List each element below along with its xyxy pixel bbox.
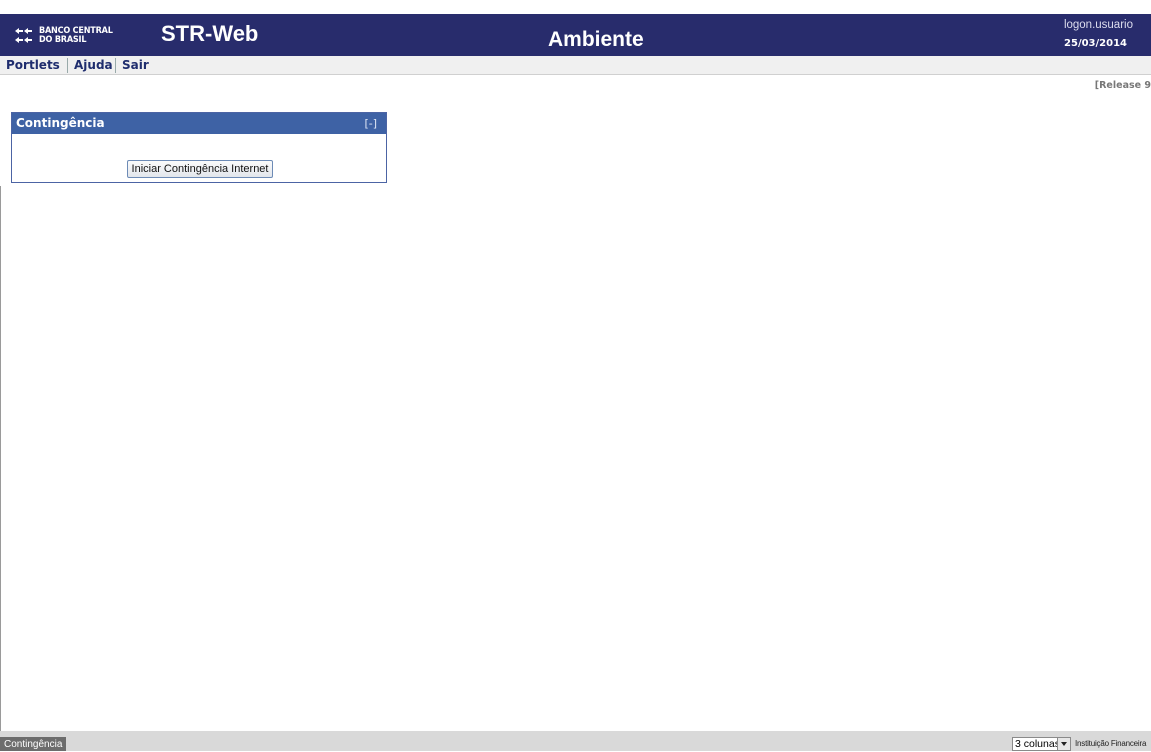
left-divider: [0, 186, 1, 731]
portlet-title: Contingência: [16, 116, 105, 130]
contingencia-portlet: Contingência [-] Iniciar Contingência In…: [11, 112, 387, 183]
institution-label: Instituição Financeira: [1075, 739, 1147, 748]
chevron-down-icon[interactable]: [1057, 738, 1070, 750]
menu-bar: Portlets Ajuda Sair: [0, 56, 1151, 75]
collapse-button[interactable]: [-]: [364, 113, 377, 134]
app-header: BANCO CENTRAL DO BRASIL STR-Web Ambiente…: [0, 14, 1151, 56]
current-date: 25/03/2014: [1064, 38, 1127, 49]
footer-bar: Contingência 3 colunas Instituição Finan…: [0, 731, 1151, 751]
iniciar-contingencia-button[interactable]: Iniciar Contingência Internet: [127, 160, 273, 178]
portlet-header: Contingência [-]: [12, 113, 386, 134]
user-name: logon.usuario: [1063, 19, 1133, 31]
menu-item-portlets[interactable]: Portlets: [6, 56, 60, 74]
menu-item-ajuda[interactable]: Ajuda: [74, 56, 113, 74]
columns-select-value: 3 colunas: [1015, 738, 1060, 750]
logo-text: BANCO CENTRAL DO BRASIL: [39, 27, 113, 45]
menu-separator: [115, 58, 116, 73]
environment-title: Ambiente: [548, 28, 644, 51]
banco-central-logo: BANCO CENTRAL DO BRASIL: [13, 25, 113, 47]
app-title: STR-Web: [161, 21, 259, 46]
menu-separator: [67, 58, 68, 73]
menu-item-sair[interactable]: Sair: [122, 56, 149, 74]
tab-contingencia[interactable]: Contingência: [0, 737, 67, 751]
banco-central-logo-icon: [15, 28, 32, 43]
columns-select[interactable]: 3 colunas: [1012, 737, 1071, 751]
release-label: [Release 9: [1094, 80, 1151, 91]
logo-text-line-2: DO BRASIL: [39, 35, 87, 45]
